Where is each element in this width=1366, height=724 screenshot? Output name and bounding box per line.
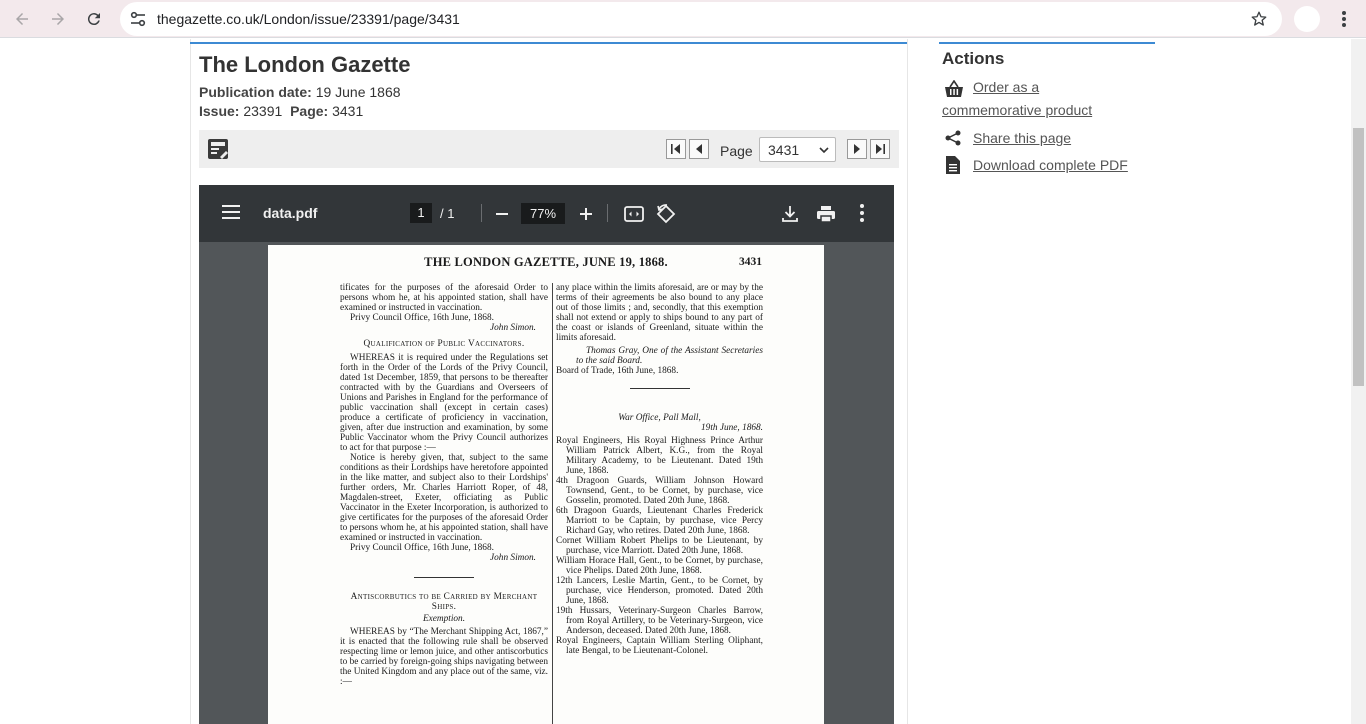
section-rule — [414, 577, 474, 578]
right-column: any place within the limits aforesaid, a… — [556, 283, 763, 656]
issue-label: Issue: — [199, 103, 240, 119]
arrow-left-icon — [16, 13, 28, 25]
content-top-border — [190, 42, 907, 44]
paragraph: Privy Council Office, 16th June, 1868. — [350, 543, 494, 553]
paragraph: 19th June, 1868. — [701, 423, 763, 433]
paragraph: any place within the limits aforesaid, a… — [556, 283, 763, 343]
signature: John Simon. — [490, 553, 536, 563]
pdf-toolbar: data.pdf 1 / 1 77% — [199, 185, 894, 242]
next-page-icon — [854, 144, 860, 154]
reload-icon — [87, 13, 100, 26]
bookmark-star-icon[interactable] — [1250, 10, 1268, 28]
previous-page-icon — [696, 144, 702, 154]
next-page-button[interactable] — [847, 139, 867, 159]
page-scrollbar-thumb[interactable] — [1353, 128, 1364, 386]
pdf-viewer: data.pdf 1 / 1 77% THE LONDON GAZETTE, J… — [199, 185, 894, 724]
page-title: The London Gazette — [199, 52, 411, 77]
browser-toolbar: thegazette.co.uk/London/issue/23391/page… — [0, 0, 1366, 38]
browser-menu-button[interactable] — [1334, 8, 1354, 30]
signature: Thomas Gray, One of the Assistant Secret… — [576, 346, 763, 366]
download-pdf-link[interactable]: Download complete PDF — [973, 154, 1128, 177]
publication-date: Publication date: 19 June 1868 — [199, 84, 401, 100]
left-column: tificates for the purposes of the afores… — [340, 283, 548, 687]
zoom-out-icon[interactable] — [491, 203, 513, 225]
issue-info: Issue: 23391 Page: 3431 — [199, 103, 363, 119]
page-value: 3431 — [332, 103, 364, 119]
address-bar[interactable]: thegazette.co.uk/London/issue/23391/page… — [120, 2, 1282, 36]
document-icon — [946, 156, 960, 174]
paragraph: Notice is hereby given, that, subject to… — [340, 453, 548, 543]
publication-date-label: Publication date: — [199, 84, 312, 100]
back-button[interactable] — [8, 5, 36, 33]
basket-icon — [945, 80, 963, 97]
pdf-zoom-input[interactable]: 77% — [521, 203, 565, 224]
site-info-icon[interactable] — [128, 9, 148, 29]
section-rule — [629, 388, 690, 389]
pdf-filename: data.pdf — [263, 205, 318, 221]
signature: John Simon. — [490, 323, 536, 333]
pdf-page-input[interactable]: 1 — [410, 203, 432, 223]
toolbar-divider — [481, 204, 482, 222]
first-page-icon — [671, 144, 680, 154]
pdf-page: THE LONDON GAZETTE, JUNE 19, 1868. 3431 … — [268, 245, 824, 724]
last-page-button[interactable] — [870, 139, 890, 159]
download-icon[interactable] — [779, 203, 801, 225]
paragraph: tificates for the purposes of the afores… — [340, 283, 548, 313]
paragraph: Royal Engineers, His Royal Highness Prin… — [556, 436, 763, 476]
paragraph: Royal Engineers, Captain William Sterlin… — [556, 636, 763, 656]
page-select-label: Page — [720, 143, 753, 159]
reload-button[interactable] — [80, 5, 108, 33]
url-text[interactable]: thegazette.co.uk/London/issue/23391/page… — [157, 11, 460, 27]
share-page-link[interactable]: Share this page — [973, 127, 1071, 150]
last-page-icon — [876, 144, 885, 154]
section-heading: Antiscorbutics to be Carried by Merchant… — [350, 592, 538, 612]
pdf-more-options-button[interactable] — [859, 204, 865, 222]
page-label: Page: — [290, 103, 329, 119]
first-page-button[interactable] — [666, 139, 686, 159]
actions-title: Actions — [942, 49, 1005, 68]
paragraph: 19th Hussars, Veterinary-Surgeon Charles… — [556, 606, 763, 636]
print-icon[interactable] — [815, 203, 837, 225]
order-commemorative-link[interactable]: Order as a commemorative product — [942, 76, 1142, 122]
paragraph: WHEREAS by “The Merchant Shipping Act, 1… — [340, 627, 548, 687]
magazine-icon[interactable] — [207, 138, 229, 160]
toolbar-divider — [607, 204, 608, 222]
issue-value: 23391 — [243, 103, 283, 119]
page-select[interactable]: 3431 — [759, 137, 836, 162]
paragraph: 6th Dragoon Guards, Lieutenant Charles F… — [556, 506, 763, 536]
share-icon — [945, 130, 961, 146]
section-heading: Qualification of Public Vaccinators. — [363, 339, 525, 349]
chevron-down-icon — [819, 147, 829, 154]
paragraph: Privy Council Office, 16th June, 1868. — [350, 313, 494, 323]
publication-date-value: 19 June 1868 — [315, 84, 401, 100]
page-select-value: 3431 — [768, 142, 800, 158]
previous-page-button[interactable] — [689, 139, 709, 159]
pdf-page-total: / 1 — [440, 206, 455, 221]
order-action: Order as a commemorative product — [942, 76, 1142, 122]
gazette-page-number: 3431 — [739, 256, 762, 268]
profile-avatar[interactable] — [1294, 6, 1320, 32]
rotate-icon[interactable] — [655, 203, 677, 225]
paragraph: Cornet William Robert Phelips to be Lieu… — [556, 536, 763, 556]
paragraph: William Horace Hall, Gent., to be Cornet… — [556, 556, 763, 576]
fit-page-icon[interactable] — [623, 203, 645, 225]
paragraph: 4th Dragoon Guards, William Johnson Howa… — [556, 476, 763, 506]
zoom-in-icon[interactable] — [575, 203, 597, 225]
column-divider — [552, 283, 553, 724]
paragraph: 12th Lancers, Leslie Martin, Gent., to b… — [556, 576, 763, 606]
paragraph: Board of Trade, 16th June, 1868. — [556, 366, 679, 376]
subheading: Exemption. — [422, 614, 466, 624]
actions-top-border — [939, 42, 1155, 44]
pdf-menu-button[interactable] — [222, 205, 240, 219]
paragraph: WHEREAS it is required under the Regulat… — [340, 353, 548, 453]
paragraph: War Office, Pall Mall, — [618, 413, 701, 423]
forward-button[interactable] — [44, 5, 72, 33]
arrow-right-icon — [52, 13, 64, 25]
page-navigation-bar: Page 3431 — [199, 130, 899, 168]
